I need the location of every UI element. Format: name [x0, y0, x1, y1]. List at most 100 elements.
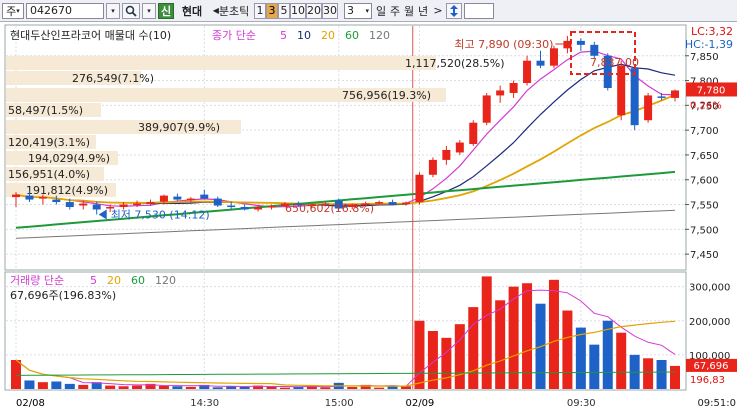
- candle-body: [92, 204, 101, 210]
- market-select[interactable]: 주 ▾: [2, 2, 24, 19]
- price-tick-label: 7,550: [690, 201, 719, 212]
- volume-bar: [320, 387, 331, 389]
- price-ma-label: 종가 단순: [212, 29, 256, 42]
- period-button-2[interactable]: 월: [402, 3, 416, 19]
- market-label: 주: [6, 4, 17, 18]
- time-tick-label: 14:30: [190, 398, 219, 409]
- updown-arrows-icon: [450, 4, 458, 17]
- more-periods-button[interactable]: >: [432, 3, 444, 19]
- more-label: >: [433, 4, 443, 17]
- volume-bar: [562, 310, 573, 389]
- volume-profile-label: 276,549(7.1%): [72, 72, 154, 85]
- candle-body: [576, 40, 585, 45]
- chart-toolbar: 주 ▾ 042670 ▾ ▾ 신 현대 ◀ 분초틱 1 3 5 10 20 30 3 ▾ 일주월…: [0, 0, 737, 22]
- volume-profile-bar: [6, 56, 436, 70]
- credit-badge[interactable]: 신: [158, 2, 174, 19]
- sort-button[interactable]: [446, 2, 462, 19]
- extra-input[interactable]: [464, 2, 494, 19]
- volume-bar: [293, 386, 304, 389]
- current-change-label: 0.26%: [690, 100, 722, 111]
- volume-ma-period: 120: [155, 274, 176, 287]
- candle-body: [146, 202, 155, 204]
- candle-body: [536, 60, 545, 66]
- interval-buttons: 1 3 5 10 20 30: [254, 2, 338, 19]
- stock-chart[interactable]: 1,117,520(28.5%) 276,549(7.1%) 756,956(19.…: [0, 22, 737, 411]
- volume-bar: [454, 324, 465, 389]
- volume-bar: [239, 386, 250, 389]
- candle-body: [79, 203, 88, 206]
- volume-bar: [468, 307, 479, 389]
- price-tick-label: 7,700: [690, 126, 719, 137]
- period-type-button[interactable]: ◀ 분초틱: [210, 3, 252, 19]
- price-ma-period: 20: [321, 29, 335, 42]
- price-ma-period: 120: [369, 29, 390, 42]
- candle-body: [52, 199, 61, 203]
- period-button-0[interactable]: 일: [374, 3, 388, 19]
- volume-current-value: 67,696주(196.83%): [10, 289, 116, 302]
- price-ma-period: 60: [345, 29, 359, 42]
- volume-profile-label: 58,497(1.5%): [8, 104, 83, 117]
- volume-bar: [347, 386, 358, 389]
- time-tick-label: 09:51:0: [697, 398, 736, 409]
- volume-tick-label: 300,000: [689, 283, 730, 294]
- volume-bar: [656, 360, 667, 389]
- interval-button-10[interactable]: 10: [290, 2, 306, 19]
- candle-body: [240, 207, 249, 210]
- interval-button-30[interactable]: 30: [322, 2, 338, 19]
- interval-button-20[interactable]: 20: [306, 2, 322, 19]
- volume-bar: [158, 385, 169, 389]
- price-tick-label: 7,650: [690, 151, 719, 162]
- volume-bar: [481, 276, 492, 389]
- credit-label: 신: [160, 4, 172, 18]
- candle-body: [644, 95, 653, 121]
- interval-button-3[interactable]: 3: [266, 2, 278, 19]
- volume-bar: [575, 327, 586, 389]
- candle-body: [254, 207, 263, 210]
- volume-tick-label: 200,000: [689, 317, 730, 328]
- volume-bar: [374, 387, 385, 389]
- candle-body: [375, 202, 384, 204]
- count-input[interactable]: 3 ▾: [344, 2, 372, 19]
- candle-body: [442, 149, 451, 160]
- volume-bar: [616, 332, 627, 389]
- interval-button-1[interactable]: 1: [254, 2, 266, 19]
- volume-bar: [105, 385, 116, 389]
- chart-area[interactable]: 1,117,520(28.5%) 276,549(7.1%) 756,956(19.…: [0, 22, 737, 411]
- volume-profile-label: 191,812(4.9%): [26, 184, 108, 197]
- volume-bar: [670, 365, 680, 389]
- price-tick-label: 7,500: [690, 225, 719, 236]
- menu-dropdown-button[interactable]: ▾: [142, 2, 156, 19]
- candle-body: [630, 68, 639, 126]
- volume-bar: [64, 383, 75, 389]
- volume-profile-label: 756,956(19.3%): [342, 89, 431, 102]
- candle-body: [133, 203, 142, 206]
- search-button[interactable]: [122, 2, 140, 19]
- high-annotation: 최고 7,890 (09:30): [454, 38, 553, 51]
- code-dropdown-button[interactable]: ▾: [106, 2, 120, 19]
- stock-code: 042670: [30, 4, 72, 17]
- volume-legend-title: 거래량 단순: [10, 274, 64, 287]
- current-volume-label: 67,696: [694, 361, 729, 372]
- candle-body: [509, 83, 518, 93]
- period-button-3[interactable]: 년: [416, 3, 430, 19]
- interval-button-5[interactable]: 5: [278, 2, 290, 19]
- volume-ma-period: 20: [107, 274, 121, 287]
- volume-bar: [24, 380, 35, 389]
- candle-body: [523, 60, 532, 84]
- volume-bar: [414, 320, 425, 389]
- lc-label: LC:3,32: [691, 25, 733, 38]
- volume-profile-label: 156,951(4.0%): [8, 168, 90, 181]
- volume-bar: [172, 386, 183, 389]
- volume-bar: [78, 384, 89, 389]
- period-button-1[interactable]: 주: [388, 3, 402, 19]
- volume-profile-label: 1,117,520(28.5%): [405, 57, 505, 70]
- candle-body: [200, 194, 209, 199]
- candle-body: [415, 174, 424, 203]
- volume-bar: [132, 385, 143, 389]
- time-tick-label: 02/09: [405, 398, 434, 409]
- candle-body: [671, 90, 679, 98]
- candle-body: [455, 142, 464, 153]
- candle-body: [428, 159, 437, 175]
- price-ma-period: 10: [297, 29, 311, 42]
- stock-code-input[interactable]: 042670: [26, 2, 104, 19]
